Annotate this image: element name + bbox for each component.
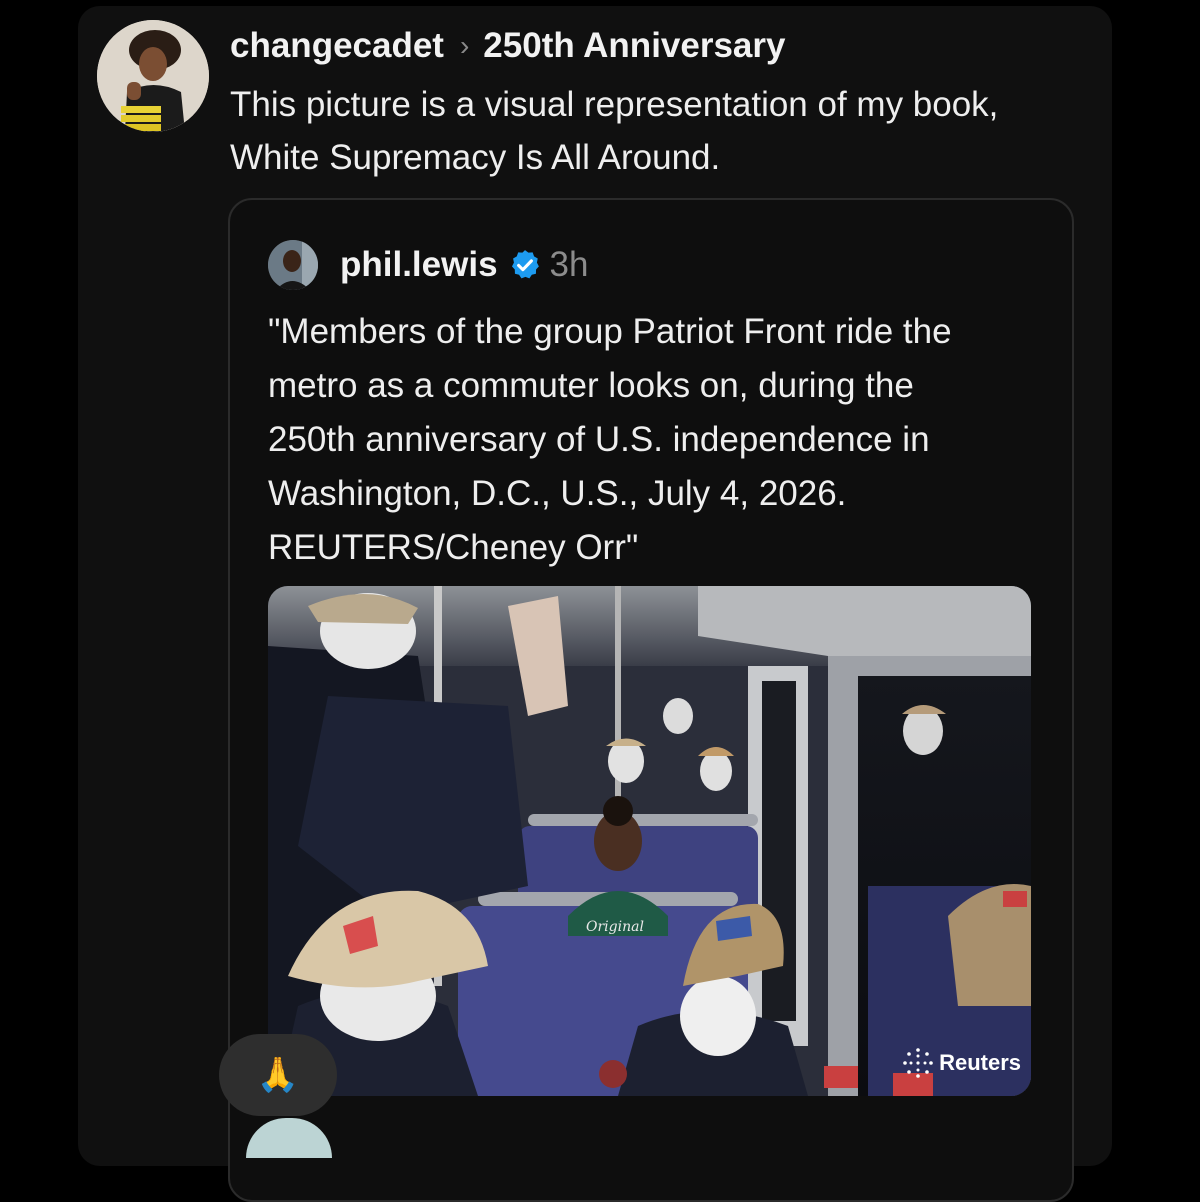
author-username[interactable]: changecadet: [230, 26, 444, 66]
post-header: changecadet › 250th Anniversary: [230, 22, 785, 70]
quoted-post-header: phil.lewis 3h: [340, 240, 588, 290]
author-avatar-image: [97, 20, 209, 132]
post-body-text: This picture is a visual representation …: [230, 85, 999, 177]
reuters-logo-icon: [903, 1048, 933, 1078]
quoted-avatar-image: [268, 240, 318, 290]
quoted-author-avatar[interactable]: [268, 240, 318, 290]
reaction-button[interactable]: 🙏: [219, 1034, 337, 1116]
chevron-right-icon: ›: [459, 30, 470, 61]
verified-badge-icon: [511, 250, 539, 279]
shirt-print-text: Original: [586, 919, 644, 935]
quoted-post-text: "Members of the group Patriot Front ride…: [268, 312, 952, 567]
metro-car-photo: Original: [268, 586, 1031, 1096]
quoted-post-photo[interactable]: Original Reuters: [268, 586, 1031, 1096]
reuters-watermark-text: Reuters: [939, 1050, 1021, 1075]
folded-hands-emoji: 🙏: [256, 1056, 300, 1094]
quoted-post-time: 3h: [549, 245, 589, 284]
quoted-username[interactable]: phil.lewis: [340, 245, 498, 285]
author-avatar[interactable]: [97, 20, 209, 132]
reuters-watermark: Reuters: [901, 1046, 1021, 1080]
topic-tag[interactable]: 250th Anniversary: [483, 26, 785, 66]
